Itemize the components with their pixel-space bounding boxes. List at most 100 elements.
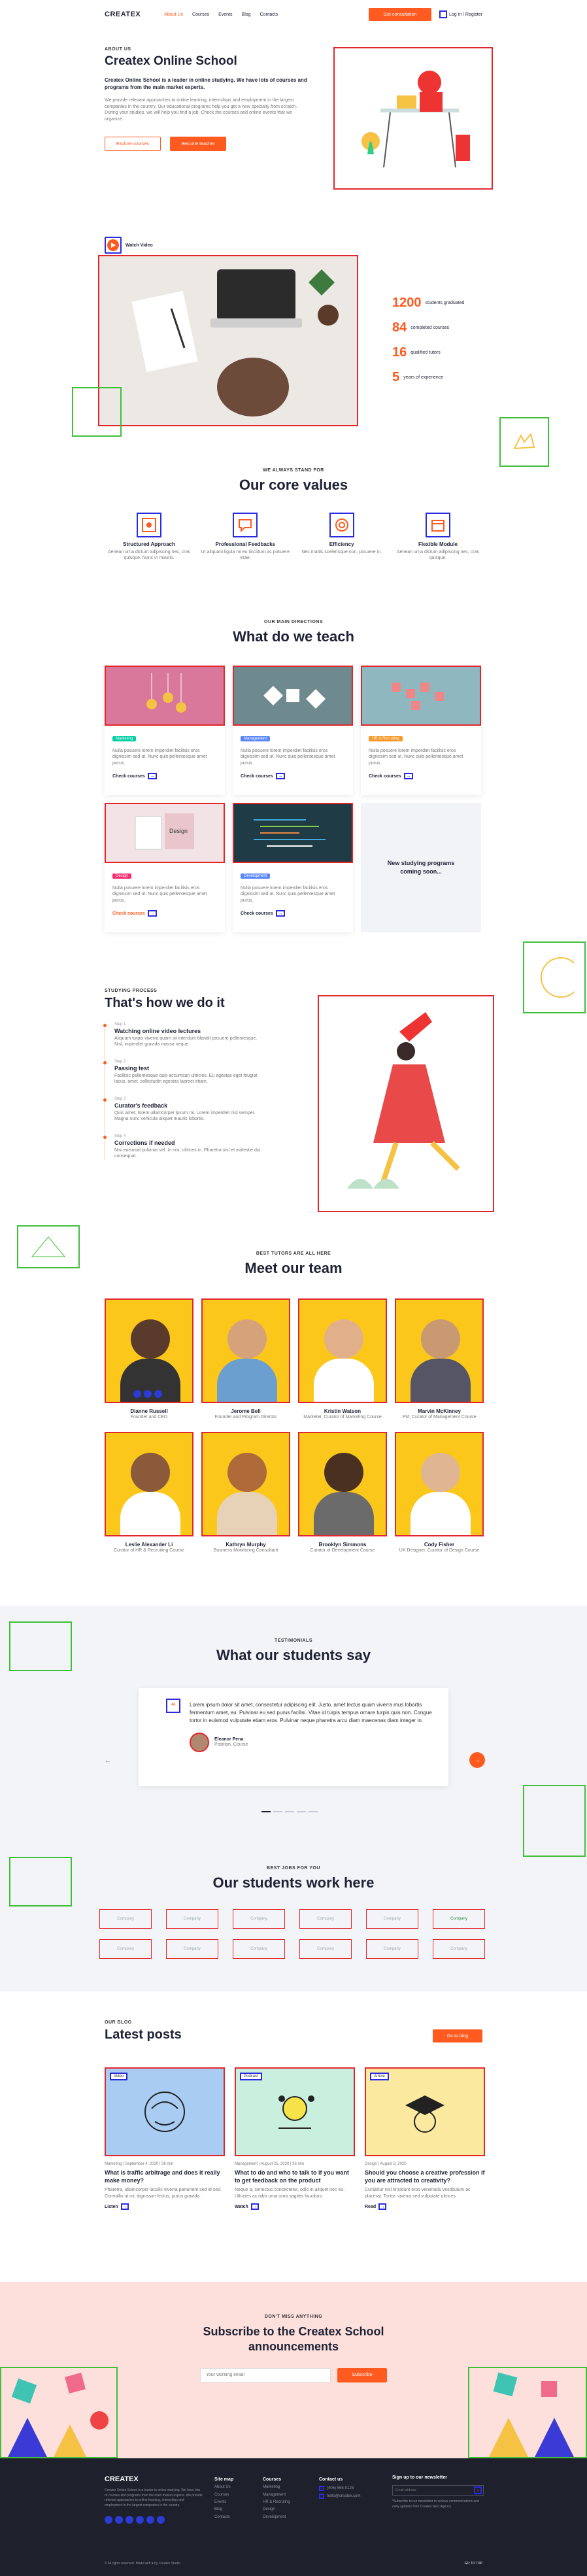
values-title: Our core values <box>239 477 348 493</box>
check-courses-link[interactable]: Check courses → <box>112 910 217 917</box>
check-courses-link[interactable]: Check courses → <box>241 910 345 917</box>
team-eyebrow: Best tutors are all here <box>256 1251 331 1256</box>
course-card[interactable]: Marketing Nulla posuere lorem imperdiet … <box>105 666 225 795</box>
contact-email[interactable]: hello@createx.com <box>327 2492 360 2500</box>
logo[interactable]: CREATEX <box>105 10 141 18</box>
linkedin-icon[interactable] <box>154 1390 162 1398</box>
get-consultation-button[interactable]: Get consultation <box>369 8 432 21</box>
go-to-blog-button[interactable]: Go to blog <box>433 2029 482 2042</box>
newsletter-email-input[interactable] <box>200 2367 331 2382</box>
footer-link[interactable]: Marketing <box>263 2484 290 2491</box>
post-title: Should you choose a creative profession … <box>365 2169 485 2184</box>
footer-logo[interactable]: CREATEX <box>105 2475 203 2483</box>
nav-link-courses[interactable]: Courses <box>192 12 209 17</box>
next-arrow[interactable]: → <box>469 1752 485 1768</box>
footer-link[interactable]: Contacts <box>214 2514 233 2521</box>
course-card[interactable]: Development Nulla posuere lorem imperdie… <box>233 803 353 932</box>
member-role: Curator of HR & Recruiting Course <box>114 1548 184 1553</box>
values-eyebrow: We always stand for <box>263 468 324 473</box>
check-courses-label: Check courses <box>369 773 401 779</box>
value-title: Structured Approach <box>123 541 175 547</box>
footer-link[interactable]: Design <box>263 2506 290 2513</box>
testimonials-eyebrow: Testimonials <box>274 1638 313 1643</box>
telegram-icon[interactable] <box>136 2516 144 2524</box>
step-title: Curator's feedback <box>114 1102 168 1109</box>
slider-dot[interactable] <box>285 1811 294 1812</box>
slider-dot[interactable] <box>273 1811 282 1812</box>
check-courses-link[interactable]: Check courses → <box>241 773 345 780</box>
step-text: Quis amet, lorem ullamcorper ipsum mi. L… <box>114 1110 256 1122</box>
send-icon[interactable]: › <box>474 2486 482 2494</box>
footer-sitemap: Site map About Us Courses Events Blog Co… <box>214 2475 233 2521</box>
decor-dots <box>72 387 122 437</box>
post-link[interactable]: Read → <box>365 2203 485 2211</box>
explore-courses-button[interactable]: Explore courses <box>105 137 161 152</box>
blog-post[interactable]: Video Marketing | September 4, 2020 | 36… <box>105 2067 225 2211</box>
go-to-top-link[interactable]: GO TO TOP <box>465 2562 482 2566</box>
partners-eyebrow: Best jobs for you <box>267 1866 320 1871</box>
stat-label: years of experience <box>403 375 444 380</box>
post-text: Neque a, senectus consectetur, odio in a… <box>235 2188 345 2199</box>
contact-phone[interactable]: (405) 555-0128 <box>327 2484 354 2492</box>
video-thumbnail[interactable] <box>98 255 358 426</box>
footer-link[interactable]: Development <box>263 2514 290 2521</box>
footer-link[interactable]: Blog <box>214 2506 233 2513</box>
youtube-icon[interactable] <box>126 2516 133 2524</box>
footer-email-input[interactable] <box>393 2486 474 2495</box>
subscribe-button[interactable]: Subscribe <box>337 2367 387 2382</box>
check-courses-link[interactable]: Check courses → <box>112 773 217 780</box>
linkedin-icon[interactable] <box>157 2516 165 2524</box>
value-text: Ut aliquam ligula mi eu tincidunt ac pos… <box>201 550 290 561</box>
calendar-icon <box>425 513 450 537</box>
arrow-right-icon: → <box>250 2203 259 2211</box>
member-role: Founder and CEO <box>130 1415 168 1419</box>
partner-logo: Company <box>299 1909 352 1929</box>
partner-logo: Company <box>299 1939 352 1959</box>
slider-dot-active[interactable] <box>261 1811 271 1812</box>
value-title: Professional Feedbacks <box>215 541 276 547</box>
contact-title: Contact us <box>319 2477 343 2482</box>
post-link[interactable]: Listen → <box>105 2203 225 2211</box>
member-name: Marvin McKinney <box>418 1408 461 1414</box>
post-link[interactable]: Watch → <box>235 2203 355 2211</box>
instagram-icon[interactable] <box>146 2516 154 2524</box>
step-number: Step 1 <box>114 1023 126 1026</box>
facebook-icon[interactable] <box>105 2516 112 2524</box>
arrow-right-icon: → <box>403 773 413 780</box>
blog-eyebrow: Our blog <box>105 2020 132 2025</box>
login-link[interactable]: Log in / Register <box>439 10 482 18</box>
sitemap-title: Site map <box>214 2477 234 2482</box>
blog-post[interactable]: Article Design | August 8, 2020 Should y… <box>365 2067 485 2211</box>
member-name: Leslie Alexander Li <box>125 1542 173 1548</box>
arrow-right-icon: → <box>147 910 157 917</box>
course-card[interactable]: Management Nulla posuere lorem imperdiet… <box>233 666 353 795</box>
course-card[interactable]: Design Design Nulla posuere lorem imperd… <box>105 803 225 932</box>
nav-link-blog[interactable]: Blog <box>242 12 251 17</box>
play-button[interactable] <box>105 237 122 254</box>
step-dot <box>103 1135 107 1139</box>
prev-arrow[interactable]: ← <box>105 1757 111 1765</box>
member-photo <box>201 1432 290 1537</box>
nav-link-contacts[interactable]: Contacts <box>260 12 278 17</box>
slider-dot[interactable] <box>309 1811 318 1812</box>
footer-newsletter-title: Sign up to our newsletter <box>392 2475 448 2480</box>
footer-social <box>105 2516 203 2524</box>
team-member: Marvin McKinney PM, Curator of Managemen… <box>395 1298 484 1420</box>
footer-link[interactable]: Courses <box>214 2492 233 2499</box>
footer-link[interactable]: Management <box>263 2492 290 2499</box>
blog-post[interactable]: Podcast Management | August 25, 2020 | 3… <box>235 2067 355 2211</box>
watch-video[interactable]: Watch Video <box>105 237 153 254</box>
slider-dot[interactable] <box>297 1811 306 1812</box>
step-number: Step 4 <box>114 1134 126 1138</box>
nav-link-events[interactable]: Events <box>218 12 232 17</box>
check-courses-link[interactable]: Check courses → <box>369 773 473 780</box>
footer-link[interactable]: About Us <box>214 2484 233 2491</box>
nav-link-about[interactable]: About Us <box>164 12 183 17</box>
become-teacher-button[interactable]: Become teacher <box>170 137 226 152</box>
twitter-icon[interactable] <box>115 2516 123 2524</box>
facebook-icon[interactable] <box>133 1390 141 1398</box>
course-card[interactable]: HR & Recruting Nulla posuere lorem imper… <box>361 666 481 795</box>
footer-link[interactable]: HR & Recruting <box>263 2499 290 2506</box>
footer-link[interactable]: Events <box>214 2499 233 2506</box>
instagram-icon[interactable] <box>144 1390 152 1398</box>
